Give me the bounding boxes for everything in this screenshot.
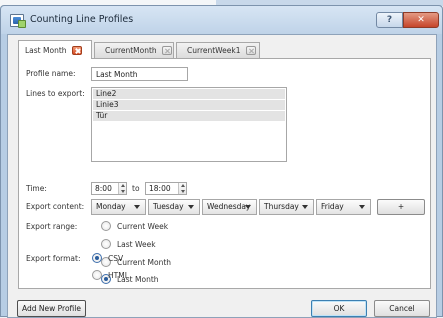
export-format-section: Export format: CSV HTML <box>16 243 429 283</box>
chevron-down-icon <box>359 205 365 209</box>
dropdown-value: Thursday <box>264 202 299 211</box>
window-title: Counting Line Profiles <box>30 14 134 25</box>
time-from-value: 8:00 <box>95 184 112 193</box>
chevron-down-icon <box>245 205 251 209</box>
export-range-label: Export range: <box>26 222 78 231</box>
range-option-current-week[interactable]: Current Week <box>101 220 168 232</box>
time-from-input[interactable]: 8:00 <box>91 182 127 195</box>
tab-last-month[interactable]: Last Month <box>18 40 92 59</box>
dropdown-value: Friday <box>321 202 344 211</box>
lines-to-export-label: Lines to export: <box>26 89 85 98</box>
help-icon: ? <box>386 15 393 25</box>
tab-label: CurrentMonth <box>105 46 157 55</box>
chevron-down-icon <box>188 205 194 209</box>
time-label: Time: <box>26 184 47 193</box>
tab-current-week1[interactable]: CurrentWeek1 <box>176 42 260 58</box>
radio-button-selected[interactable] <box>92 253 102 263</box>
day-dropdown-wednesday[interactable]: Wednesday <box>202 199 257 215</box>
export-content-label: Export content: <box>26 202 85 211</box>
tab-close-icon[interactable] <box>71 45 82 55</box>
close-button[interactable]: ✕ <box>403 12 439 28</box>
format-option-csv[interactable]: CSV <box>92 252 123 264</box>
radio-label: CSV <box>108 253 124 263</box>
close-icon: ✕ <box>417 15 425 25</box>
cancel-button[interactable]: Cancel <box>374 300 430 317</box>
list-item[interactable]: Line2 <box>93 89 285 99</box>
spinner-arrows-icon[interactable] <box>178 183 186 194</box>
day-dropdown-monday[interactable]: Monday <box>91 199 146 215</box>
profile-name-label: Profile name: <box>26 69 76 78</box>
time-to-input[interactable]: 18:00 <box>145 182 187 195</box>
add-new-profile-button[interactable]: Add New Profile <box>17 300 86 317</box>
dropdown-value: Monday <box>96 202 126 211</box>
tab-close-icon[interactable] <box>245 46 256 55</box>
add-day-button[interactable]: + <box>377 199 425 215</box>
time-to-label: to <box>132 184 140 193</box>
radio-button[interactable] <box>92 270 102 280</box>
panel-spacer <box>18 288 431 289</box>
help-button[interactable]: ? <box>376 12 403 28</box>
radio-label: Current Week <box>117 221 169 231</box>
tab-current-month[interactable]: CurrentMonth <box>94 42 174 58</box>
dropdown-value: Tuesday <box>153 202 184 211</box>
profile-name-input[interactable]: Last Month <box>91 67 188 81</box>
time-to-value: 18:00 <box>149 184 171 193</box>
lines-list[interactable]: Line2 Linie3 Tür <box>91 87 287 162</box>
title-bar[interactable]: Counting Line Profiles ? ✕ <box>1 6 442 34</box>
list-item[interactable]: Tür <box>93 111 285 121</box>
radio-label: HTML <box>108 270 129 280</box>
ok-button[interactable]: OK <box>311 300 367 317</box>
list-item[interactable]: Linie3 <box>93 100 285 110</box>
day-dropdown-thursday[interactable]: Thursday <box>259 199 314 215</box>
tab-label: CurrentWeek1 <box>187 46 241 55</box>
tab-label: Last Month <box>25 45 67 55</box>
export-format-label: Export format: <box>26 254 81 263</box>
format-option-html[interactable]: HTML <box>92 269 129 281</box>
chevron-down-icon <box>302 205 308 209</box>
tab-close-icon[interactable] <box>161 46 172 55</box>
day-dropdown-tuesday[interactable]: Tuesday <box>148 199 200 215</box>
chevron-down-icon <box>134 205 140 209</box>
spinner-arrows-icon[interactable] <box>118 183 126 194</box>
day-dropdown-friday[interactable]: Friday <box>316 199 371 215</box>
dropdown-value: Wednesday <box>207 202 251 211</box>
radio-button[interactable] <box>101 221 111 231</box>
app-window-icon <box>10 14 26 28</box>
